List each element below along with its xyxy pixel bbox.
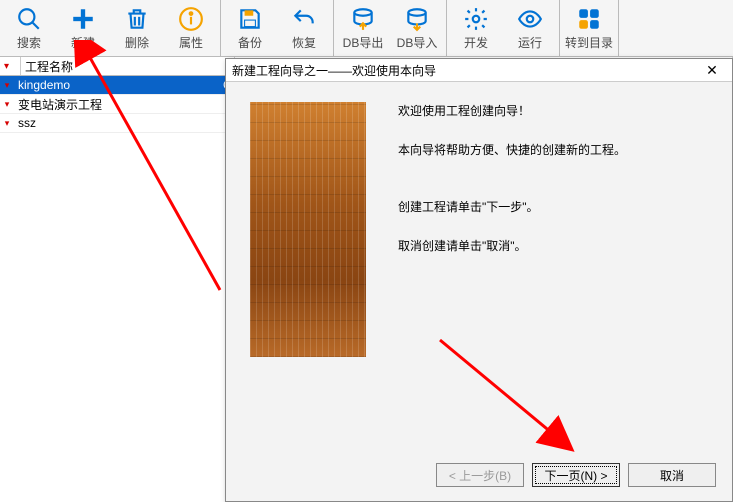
toolbar-info-button[interactable]: 属性 xyxy=(164,0,218,56)
toolbar-label: 新建 xyxy=(71,34,95,51)
toolbar-plus-button[interactable]: 新建 xyxy=(56,0,110,56)
toolbar-search-button[interactable]: 搜索 xyxy=(2,0,56,56)
toolbar-trash-button[interactable]: 删除 xyxy=(110,0,164,56)
db-up-icon xyxy=(349,5,377,33)
toolbar-label: 属性 xyxy=(179,34,203,51)
dialog-title-text: 新建工程向导之一——欢迎使用本向导 xyxy=(232,62,698,79)
toolbar-label: 备份 xyxy=(238,34,262,51)
gear-icon xyxy=(462,5,490,33)
db-down-icon xyxy=(403,5,431,33)
col-name[interactable]: 工程名称 xyxy=(21,57,235,75)
toolbar-db-up-button[interactable]: DB导出 xyxy=(336,0,390,56)
next-button[interactable]: 下一页(N) > xyxy=(532,463,620,487)
toolbar-label: 转到目录 xyxy=(565,34,613,51)
search-icon xyxy=(15,5,43,33)
close-icon[interactable]: ✕ xyxy=(698,61,726,79)
toolbar-save-button[interactable]: 备份 xyxy=(223,0,277,56)
wizard-line-1: 欢迎使用工程创建向导！ xyxy=(398,102,626,119)
wizard-text: 欢迎使用工程创建向导！ 本向导将帮助方便、快捷的创建新的工程。 创建工程请单击"… xyxy=(398,102,626,357)
wizard-line-4: 取消创建请单击"取消"。 xyxy=(398,237,626,254)
toolbar-label: DB导入 xyxy=(397,34,438,51)
toolbar-undo-button[interactable]: 恢复 xyxy=(277,0,331,56)
eye-icon xyxy=(516,5,544,33)
toolbar-label: 搜索 xyxy=(17,34,41,51)
new-project-wizard-dialog: 新建工程向导之一——欢迎使用本向导 ✕ 欢迎使用工程创建向导！ 本向导将帮助方便… xyxy=(225,58,733,502)
wizard-line-3: 创建工程请单击"下一步"。 xyxy=(398,198,626,215)
flag-icon: ▾ xyxy=(4,61,9,72)
plus-icon xyxy=(69,5,97,33)
flag-icon: ▾ xyxy=(0,80,14,91)
save-icon xyxy=(236,5,264,33)
project-name: ssz xyxy=(14,116,223,130)
main-toolbar: 搜索 新建 删除 属性 备份 恢复 DB导出 DB导入 开发 运行 转到目录 xyxy=(0,0,733,57)
project-name: 变电站演示工程 xyxy=(14,96,223,113)
toolbar-label: 恢复 xyxy=(292,34,316,51)
toolbar-label: 开发 xyxy=(464,34,488,51)
toolbar-label: DB导出 xyxy=(343,34,384,51)
toolbar-gear-button[interactable]: 开发 xyxy=(449,0,503,56)
col-flag: ▾ xyxy=(0,57,21,75)
toolbar-label: 删除 xyxy=(125,34,149,51)
undo-icon xyxy=(290,5,318,33)
flag-icon: ▾ xyxy=(0,118,14,129)
toolbar-grid-button[interactable]: 转到目录 xyxy=(562,0,616,56)
dialog-footer: < 上一步(B) 下一页(N) > 取消 xyxy=(436,463,716,487)
trash-icon xyxy=(123,5,151,33)
wizard-banner-image xyxy=(250,102,366,357)
wizard-line-2: 本向导将帮助方便、快捷的创建新的工程。 xyxy=(398,141,626,158)
prev-button: < 上一步(B) xyxy=(436,463,524,487)
toolbar-label: 运行 xyxy=(518,34,542,51)
toolbar-eye-button[interactable]: 运行 xyxy=(503,0,557,56)
dialog-titlebar[interactable]: 新建工程向导之一——欢迎使用本向导 ✕ xyxy=(226,59,732,82)
toolbar-db-down-button[interactable]: DB导入 xyxy=(390,0,444,56)
grid-icon xyxy=(575,5,603,33)
project-name: kingdemo xyxy=(14,78,223,92)
flag-icon: ▾ xyxy=(0,99,14,110)
cancel-button[interactable]: 取消 xyxy=(628,463,716,487)
info-icon xyxy=(177,5,205,33)
